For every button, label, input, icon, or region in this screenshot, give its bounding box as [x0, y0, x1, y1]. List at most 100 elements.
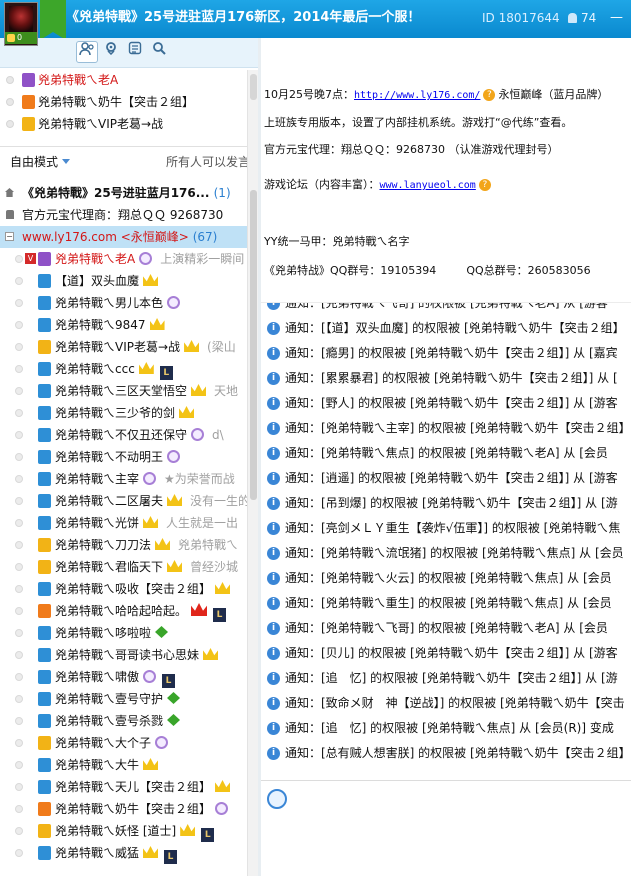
channel-id: ID 18017644: [482, 11, 560, 25]
search-tab[interactable]: [148, 41, 170, 63]
member-name: 兇弟特戰ㄟ吸收【突击２组】: [55, 582, 212, 596]
member-name: 兇弟特戰ㄟ妖怪 [道士]: [55, 824, 177, 838]
member-entry: 兇弟特戰ㄟ不动明王: [55, 446, 181, 468]
member-shirt-icon: [38, 274, 51, 288]
crown-icon: [149, 318, 165, 330]
member-row[interactable]: 兇弟特戰ㄟ三区天堂悟空 天地: [0, 380, 247, 402]
status-dot-icon: [15, 827, 23, 835]
member-row[interactable]: 兇弟特戰ㄟ奶牛【突击２组】: [0, 798, 247, 820]
notice-text: 通知：[亮剑メＬＹ重生【袭炸√伍軍】] 的权限被 [兇弟特戰ㄟ焦: [285, 521, 621, 535]
vip-badge-icon: [167, 296, 181, 309]
member-row[interactable]: 兇弟特戰ㄟ妖怪 [道士] L: [0, 820, 247, 842]
member-shirt-icon: [38, 582, 51, 596]
member-row[interactable]: 兇弟特戰ㄟ刀刀法 兇弟特戰ㄟ: [0, 534, 247, 556]
member-row[interactable]: 兇弟特戰ㄟ壹号杀戮: [0, 710, 247, 732]
channel-count: (67): [192, 230, 218, 244]
help-icon[interactable]: ?: [478, 179, 491, 191]
notice-list: i 通知：[兇弟特戰ㄟ飞哥] 的权限被 [兇弟特戰ㄟ老A] 从 [游客 i 通知：[【…: [261, 302, 631, 780]
crown-icon: [215, 780, 231, 792]
member-row[interactable]: 兇弟特戰ㄟ哈哈起哈起。 L: [0, 600, 247, 622]
notice-text: 通知：[贝儿] 的权限被 [兇弟特戰ㄟ奶牛【突击２组】] 从 [游客: [285, 646, 618, 660]
member-row[interactable]: V 兇弟特戰ㄟ老A 上演精彩一瞬间: [0, 248, 247, 270]
member-row[interactable]: 【道】双头血魔: [0, 270, 247, 292]
notice-row: i 通知：[瘾男] 的权限被 [兇弟特戰ㄟ奶牛【突击２组】] 从 [嘉宾: [261, 341, 631, 366]
member-row[interactable]: 兇弟特戰ㄟ男儿本色: [0, 292, 247, 314]
member-row[interactable]: 兇弟特戰ㄟ9847: [0, 314, 247, 336]
member-name: 兇弟特戰ㄟccc: [55, 362, 135, 376]
member-name: 兇弟特戰ㄟ大个子: [55, 736, 152, 750]
minimize-button[interactable]: —: [610, 0, 623, 36]
emoji-icon[interactable]: [267, 789, 287, 809]
list-tab[interactable]: [124, 41, 146, 63]
channel-node[interactable]: 《兇弟特戰》25号进驻蓝月176... (1): [0, 182, 247, 204]
member-entry: 兇弟特戰ㄟ9847: [55, 314, 165, 336]
vip-badge-icon: [191, 428, 205, 441]
member-name: 兇弟特戰ㄟ二区屠夫: [55, 494, 164, 508]
info-icon: i: [267, 547, 280, 560]
member-shirt-icon: [38, 604, 51, 618]
member-row[interactable]: 兇弟特戰ㄟ天儿【突击２组】: [0, 776, 247, 798]
thumb-icon: [7, 34, 15, 42]
member-row[interactable]: 兇弟特戰ㄟ主宰 ★为荣誉而战: [0, 468, 247, 490]
info-icon: i: [267, 572, 280, 585]
member-row[interactable]: 兇弟特戰ㄟ哥哥读书心思妹: [0, 644, 247, 666]
member-row[interactable]: 兇弟特戰ㄟ哆啦啦: [0, 622, 247, 644]
channel-node[interactable]: 官方元宝代理商：翔总ＱＱ 9268730: [0, 204, 247, 226]
announce-link[interactable]: http://www.ly176.com/: [354, 90, 480, 101]
info-icon: i: [267, 697, 280, 710]
member-row[interactable]: 兇弟特戰ㄟ威猛 L: [0, 842, 247, 864]
member-row[interactable]: 兇弟特戰ㄟ三少爷的剑: [0, 402, 247, 424]
left-scrollbar[interactable]: [247, 70, 258, 876]
member-row[interactable]: 兇弟特戰ㄟ吸收【突击２组】: [0, 578, 247, 600]
status-dot-icon: [15, 541, 23, 549]
member-row[interactable]: 兇弟特戰ㄟccc L: [0, 358, 247, 380]
pinned-item[interactable]: 兇弟特戰ㄟ奶牛【突击２组】: [0, 91, 258, 113]
member-entry: 兇弟特戰ㄟ哈哈起哈起。 L: [55, 600, 227, 622]
member-row[interactable]: 兇弟特戰ㄟ大个子: [0, 732, 247, 754]
announce-link[interactable]: www.lanyueol.com: [380, 180, 476, 191]
members-tab[interactable]: [76, 41, 98, 63]
online-count: 74: [568, 0, 596, 36]
member-shirt-icon: [22, 95, 35, 109]
notice-text: 通知：[瘾男] 的权限被 [兇弟特戰ㄟ奶牛【突击２组】] 从 [嘉宾: [285, 346, 618, 360]
member-shirt-icon: [38, 560, 51, 574]
member-row[interactable]: 兇弟特戰ㄟ光饼 人生就是一出: [0, 512, 247, 534]
member-shirt-icon: [38, 362, 51, 376]
member-row[interactable]: 兇弟特戰ㄟVIP老葛→战 (梁山: [0, 336, 247, 358]
member-row[interactable]: 兇弟特戰ㄟ大牛: [0, 754, 247, 776]
scrollbar-thumb[interactable]: [250, 190, 257, 500]
member-row[interactable]: 兇弟特戰ㄟ壹号守护: [0, 688, 247, 710]
member-shirt-icon: [38, 428, 51, 442]
pinned-item[interactable]: 兇弟特戰ㄟVIP老葛→战: [0, 113, 258, 135]
help-icon[interactable]: ?: [483, 89, 496, 101]
member-shirt-icon: [38, 340, 51, 354]
notice-row: i 通知：[兇弟特戰ㄟ重生] 的权限被 [兇弟特戰ㄟ焦点] 从 [会员: [261, 591, 631, 616]
scrollbar-thumb[interactable]: [250, 74, 257, 100]
member-row[interactable]: 兇弟特戰ㄟ不动明王: [0, 446, 247, 468]
member-row[interactable]: 兇弟特戰ㄟ啸傲 L: [0, 666, 247, 688]
avatar[interactable]: 0: [4, 2, 38, 46]
member-signature: 曾经沙城: [190, 560, 239, 574]
pinned-item[interactable]: 兇弟特戰ㄟ老A: [0, 69, 258, 91]
member-shirt-icon: [38, 670, 51, 684]
announce-text: 10月25号晚7点：: [264, 88, 354, 101]
collapse-icon[interactable]: −: [5, 232, 14, 241]
app-window: 《兇弟特戰》25号进驻蓝月176新区，2014年最后一个服！ ID 180176…: [0, 0, 631, 876]
info-icon: i: [267, 597, 280, 610]
avatar-like-value: 0: [17, 33, 23, 42]
member-shirt-icon: [38, 252, 51, 266]
channel-node-selected[interactable]: − www.ly176.com <永恒巅峰> (67): [0, 226, 247, 248]
speak-permission: 所有人可以发言: [165, 155, 250, 169]
member-signature: (梁山: [207, 340, 236, 354]
location-tab[interactable]: [100, 41, 122, 63]
member-row[interactable]: 兇弟特戰ㄟ二区屠夫 没有一生的: [0, 490, 247, 512]
member-shirt-icon: [22, 73, 35, 87]
member-entry: 【道】双头血魔: [55, 270, 159, 292]
vip-badge-icon: [155, 736, 169, 749]
member-shirt-icon: [38, 318, 51, 332]
member-name: 兇弟特戰ㄟ刀刀法: [55, 538, 152, 552]
notice-text: 通知：[野人] 的权限被 [兇弟特戰ㄟ奶牛【突击２组】] 从 [游客: [285, 396, 618, 410]
mode-selector[interactable]: 自由模式: [10, 153, 71, 170]
member-row[interactable]: 兇弟特戰ㄟ君临天下 曾经沙城: [0, 556, 247, 578]
member-row[interactable]: 兇弟特戰ㄟ不仅丑还保守 d\: [0, 424, 247, 446]
